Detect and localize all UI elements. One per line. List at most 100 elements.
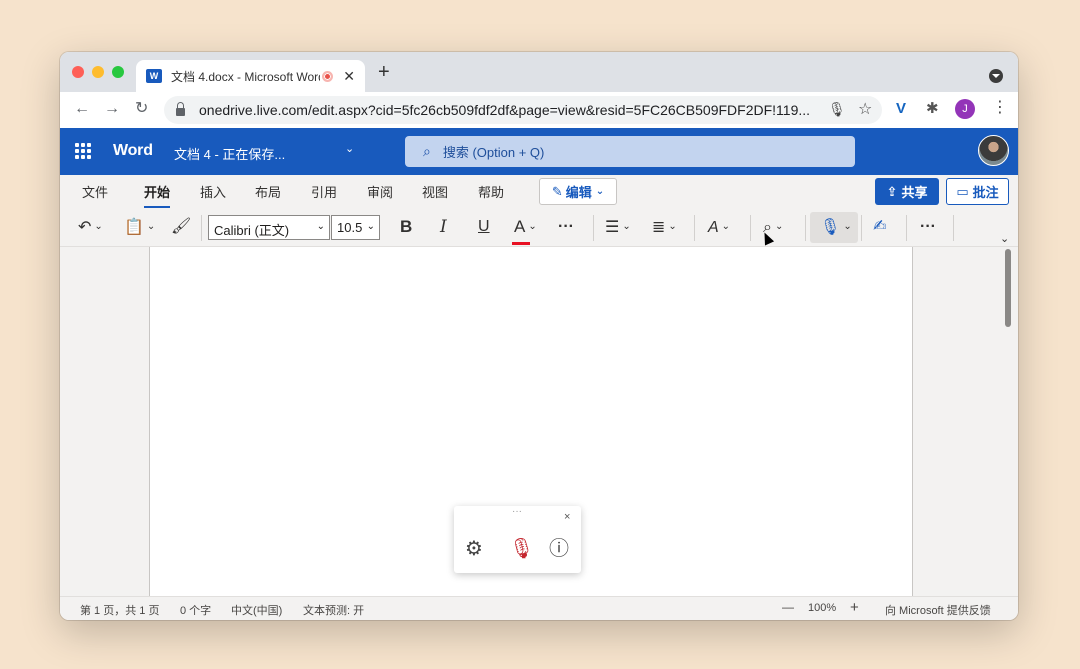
chevron-down-icon: ⌄ [668, 221, 677, 232]
chevron-down-icon: ⌄ [843, 221, 852, 232]
toolbar-divider [861, 215, 862, 241]
toolbar-divider [694, 215, 695, 241]
font-name-select[interactable]: Calibri (正文) ⌄ [208, 215, 330, 240]
maximize-window-button[interactable] [112, 66, 124, 78]
zoom-in-button[interactable]: + [850, 599, 859, 616]
forward-icon[interactable]: → [104, 100, 120, 118]
gear-icon[interactable]: ⚙ [465, 538, 483, 560]
bullets-button[interactable]: ☰ ⌄ [605, 217, 631, 238]
dictation-panel: ··· × ⚙ 🎙 ⓘ [454, 506, 581, 573]
search-placeholder: 搜索 (Option + Q) [442, 145, 545, 160]
align-button[interactable]: ≣ ⌄ [652, 217, 677, 238]
zoom-level[interactable]: 100% [808, 602, 836, 614]
font-name-value: Calibri (正文) [214, 223, 290, 238]
ribbon-tabs: 文件 开始 插入 布局 引用 审阅 视图 帮助 ✎ 编辑 ⌄ ⇪ 共享 ▭ 批注 [60, 175, 1018, 209]
dictate-button[interactable]: 🎙 ⌄ [820, 217, 852, 238]
user-avatar[interactable] [978, 135, 1009, 166]
chevron-down-icon: ⌄ [528, 221, 537, 232]
underline-button[interactable]: U [478, 217, 490, 237]
dictation-close-button[interactable]: × [564, 511, 570, 523]
extensions-puzzle-icon[interactable]: ✱ [926, 101, 939, 117]
share-button[interactable]: ⇪ 共享 [875, 178, 939, 205]
paste-button[interactable]: 📋 ⌄ [124, 217, 155, 238]
chevron-down-icon: ⌄ [774, 221, 784, 232]
tab-strip: W 文档 4.docx - Microsoft Word ✕ + [60, 52, 1018, 92]
tab-search-icon[interactable] [989, 69, 1003, 83]
browser-profile-avatar[interactable]: J [955, 99, 975, 119]
more-options-button[interactable]: ··· [920, 217, 936, 237]
tab-references[interactable]: 引用 [311, 182, 337, 201]
chevron-down-icon: ⌄ [316, 221, 325, 232]
font-color-swatch [512, 242, 530, 245]
clipboard-icon: 📋 [124, 219, 144, 236]
share-icon: ⇪ [886, 183, 898, 199]
close-window-button[interactable] [72, 66, 84, 78]
lock-icon [176, 102, 185, 116]
editing-mode-button[interactable]: ✎ 编辑 ⌄ [539, 178, 617, 205]
search-input[interactable]: ⌕ 搜索 (Option + Q) [405, 136, 855, 167]
document-title[interactable]: 文档 4 - 正在保存... [174, 144, 285, 163]
comment-icon: ▭ [956, 183, 969, 199]
editor-pen-icon: ✍ [873, 218, 887, 235]
toolbar-divider [953, 215, 954, 241]
search-icon: ⌕ [423, 143, 431, 159]
zoom-out-button[interactable]: — [782, 600, 794, 614]
comments-button[interactable]: ▭ 批注 [946, 178, 1009, 205]
back-icon[interactable]: ← [74, 100, 90, 118]
tab-help[interactable]: 帮助 [478, 182, 504, 201]
toolbar-divider [805, 215, 806, 241]
new-tab-button[interactable]: + [378, 62, 390, 82]
browser-tab-active[interactable]: W 文档 4.docx - Microsoft Word ✕ [136, 60, 365, 92]
align-icon: ≣ [652, 219, 666, 236]
expand-ribbon-icon[interactable]: ⌄ [1000, 229, 1009, 249]
font-size-select[interactable]: 10.5 ⌄ [331, 215, 380, 240]
tab-insert[interactable]: 插入 [200, 182, 226, 201]
microphone-record-icon[interactable]: 🎙 [509, 538, 534, 560]
window-controls [72, 66, 124, 78]
undo-button[interactable]: ↶ ⌄ [78, 217, 103, 238]
address-bar-row: ← → ↻ onedrive.live.com/edit.aspx?cid=5f… [60, 92, 1018, 128]
italic-button[interactable]: I [440, 217, 447, 237]
feedback-link[interactable]: 向 Microsoft 提供反馈 [885, 602, 991, 618]
tab-file[interactable]: 文件 [82, 182, 108, 201]
minimize-window-button[interactable] [92, 66, 104, 78]
chevron-down-icon[interactable]: ⌄ [345, 142, 354, 155]
text-prediction-toggle[interactable]: 文本预测: 开 [303, 602, 364, 618]
drag-handle[interactable]: ··· [512, 506, 522, 517]
tab-view[interactable]: 视图 [422, 182, 448, 201]
recording-indicator-icon [322, 70, 334, 82]
word-count[interactable]: 0 个字 [180, 602, 211, 618]
tab-layout[interactable]: 布局 [255, 182, 281, 201]
app-launcher-icon[interactable] [75, 143, 91, 159]
toolbar-divider [593, 215, 594, 241]
vertical-scrollbar[interactable] [1005, 249, 1011, 327]
url-text[interactable]: onedrive.live.com/edit.aspx?cid=5fc26cb5… [199, 102, 819, 118]
more-font-options-button[interactable]: ··· [558, 217, 574, 237]
font-color-button[interactable]: A ⌄ [514, 217, 537, 237]
toolbar-divider [750, 215, 751, 241]
microphone-icon[interactable]: 🎙 [828, 101, 846, 118]
chevron-down-icon: ⌄ [146, 221, 156, 232]
chevron-down-icon: ⌄ [366, 221, 375, 232]
undo-icon: ↶ [78, 219, 92, 236]
tab-home[interactable]: 开始 [144, 182, 171, 208]
browser-window: W 文档 4.docx - Microsoft Word ✕ + ← → ↻ o… [60, 52, 1018, 620]
language-indicator[interactable]: 中文(中国) [231, 602, 282, 618]
app-name[interactable]: Word [113, 142, 153, 160]
styles-button[interactable]: A ⌄ [708, 217, 730, 238]
omnibox[interactable]: onedrive.live.com/edit.aspx?cid=5fc26cb5… [164, 96, 882, 124]
bookmark-star-icon[interactable]: ☆ [858, 99, 872, 119]
toolbar-divider [201, 215, 202, 241]
browser-menu-icon[interactable]: ⋮ [992, 99, 1008, 117]
tab-review[interactable]: 审阅 [367, 182, 393, 201]
share-label: 共享 [901, 185, 928, 200]
chevron-down-icon: ⌄ [94, 221, 103, 232]
format-painter-button[interactable]: 🖌 [171, 217, 191, 237]
bold-button[interactable]: B [400, 217, 412, 237]
reload-icon[interactable]: ↻ [135, 100, 148, 118]
editor-button[interactable]: ✍ [873, 217, 886, 237]
help-icon[interactable]: ⓘ [549, 538, 569, 560]
tab-close-icon[interactable]: ✕ [343, 69, 355, 83]
extension-v-icon[interactable]: V [896, 101, 906, 117]
toolbar-divider [906, 215, 907, 241]
